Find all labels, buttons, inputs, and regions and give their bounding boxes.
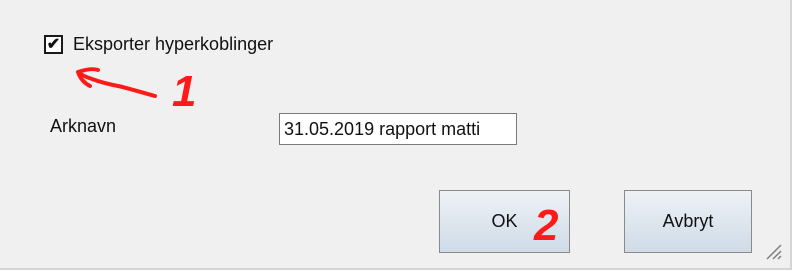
resize-grip-icon[interactable]	[764, 242, 782, 260]
checkmark-icon: ✔	[46, 35, 61, 53]
cancel-button[interactable]: Avbryt	[624, 190, 752, 253]
sheet-name-label: Arknavn	[50, 116, 117, 136]
export-hyperlinks-option[interactable]: ✔ Eksporter hyperkoblinger	[44, 34, 273, 55]
ok-button[interactable]: OK	[439, 190, 570, 253]
export-dialog: ✔ Eksporter hyperkoblinger Arknavn OK Av…	[0, 0, 792, 270]
ok-button-label: OK	[491, 211, 518, 231]
export-hyperlinks-checkbox[interactable]: ✔	[44, 35, 63, 54]
cancel-button-label: Avbryt	[662, 211, 714, 231]
export-hyperlinks-label[interactable]: Eksporter hyperkoblinger	[73, 34, 273, 55]
sheet-name-input[interactable]	[279, 113, 517, 145]
